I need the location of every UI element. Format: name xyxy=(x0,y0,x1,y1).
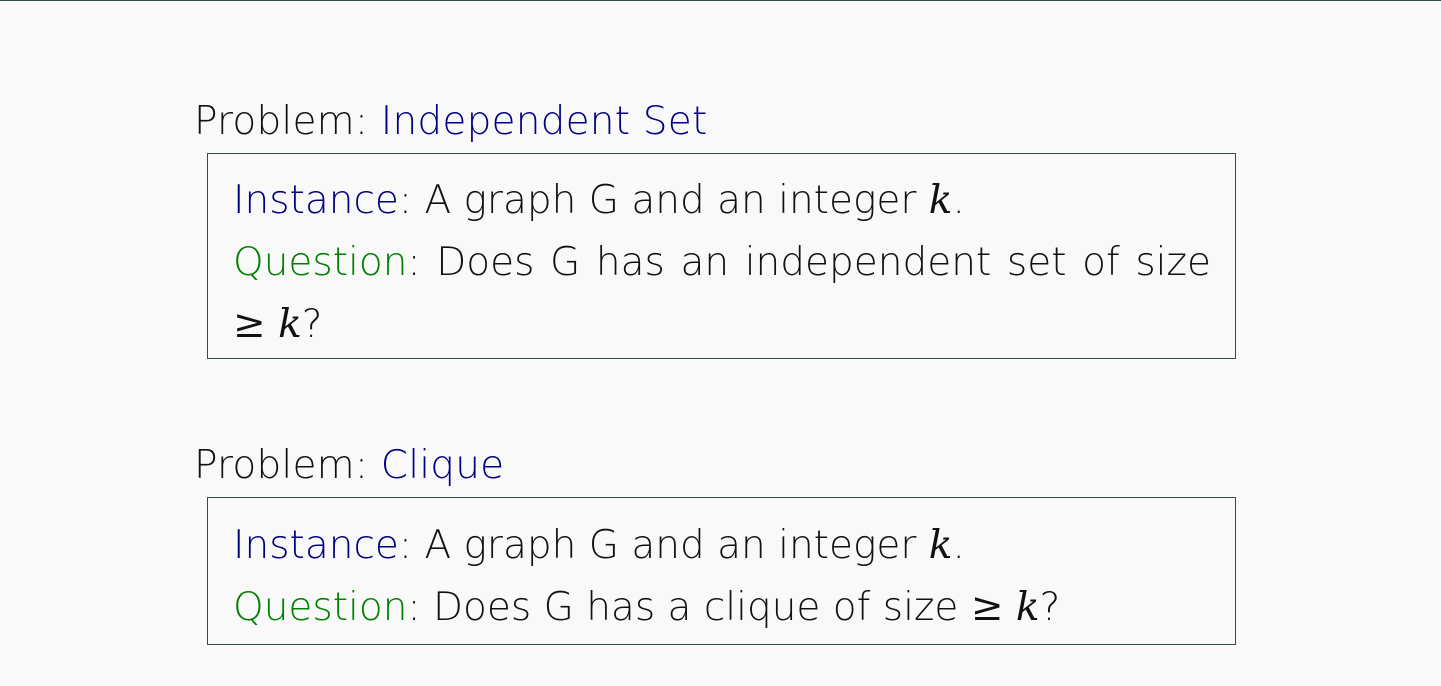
geq-symbol: ≥ xyxy=(970,585,1004,630)
question-end: ? xyxy=(1039,585,1061,630)
question-word: an xyxy=(680,240,730,285)
question-word: Does xyxy=(436,240,535,285)
instance-end: . xyxy=(952,178,965,223)
problem-name: Independent Set xyxy=(380,99,708,144)
instance-row: Instance: A graph G and an integer k. xyxy=(233,523,965,568)
instance-label: Instance xyxy=(233,178,399,223)
question-label: Question xyxy=(233,240,408,285)
instance-var: k xyxy=(928,178,953,223)
question-row: Question: Does G has a clique of size ≥ … xyxy=(233,585,1061,630)
question-end: ? xyxy=(301,302,323,347)
instance-row: Instance: A graph G and an integer k. xyxy=(233,178,965,223)
problem-heading: Problem: Independent Set xyxy=(194,97,1236,147)
problem-heading: Problem: Clique xyxy=(194,441,1236,491)
instance-label: Instance xyxy=(233,523,399,568)
question-word: G xyxy=(550,240,581,285)
problem-label: Problem: xyxy=(194,99,369,144)
question-word: set xyxy=(1006,240,1067,285)
question-text: Does G has a clique of size xyxy=(432,585,971,630)
instance-text: A graph G and an integer xyxy=(424,178,929,223)
question-word: independent xyxy=(744,240,992,285)
question-row: Question: Does G has an independent set … xyxy=(233,232,1211,294)
question-word: has xyxy=(595,240,665,285)
question-row-continued: ≥ k? xyxy=(233,294,1211,356)
question-label: Question xyxy=(233,585,408,630)
problem-independent-set: Problem: Independent Set Instance: A gra… xyxy=(194,97,1236,359)
question-word: of xyxy=(1082,240,1120,285)
problem-label: Problem: xyxy=(194,443,369,488)
problem-box: Instance: A graph G and an integer k. Qu… xyxy=(207,153,1236,359)
question-var: k xyxy=(278,302,302,347)
problem-name: Clique xyxy=(380,443,505,488)
instance-var: k xyxy=(928,523,953,568)
geq-symbol: ≥ xyxy=(233,302,266,347)
problem-box: Instance: A graph G and an integer k. Qu… xyxy=(207,497,1236,645)
problem-clique: Problem: Clique Instance: A graph G and … xyxy=(194,441,1236,645)
question-word: size xyxy=(1135,240,1211,285)
instance-end: . xyxy=(952,523,965,568)
instance-text: A graph G and an integer xyxy=(424,523,929,568)
question-var: k xyxy=(1015,585,1040,630)
